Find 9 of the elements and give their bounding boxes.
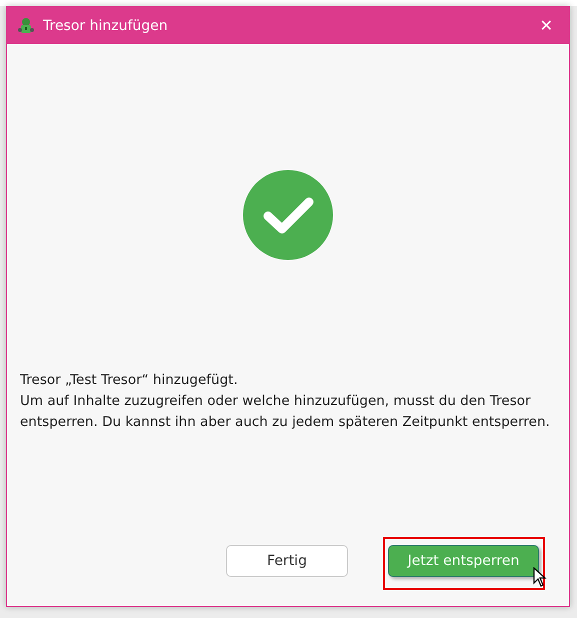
check-icon xyxy=(243,170,333,260)
done-button[interactable]: Fertig xyxy=(226,545,348,577)
message-title: Tresor „Test Tresor“ hinzugefügt. xyxy=(20,371,239,390)
message-text: Um auf Inhalte zuzugreifen oder welche hinzuzufügen, musst du den Tresor entsperren. Du kannst ihn aber auch zu jedem späteren Zeitpunkt entsperren. xyxy=(20,392,551,432)
unlock-button[interactable]: Jetzt entsperren xyxy=(388,545,539,577)
robot-icon xyxy=(17,16,35,34)
close-button[interactable]: ✕ xyxy=(534,14,559,37)
cursor-icon xyxy=(533,567,547,587)
window-title: Tresor hinzufügen xyxy=(43,18,169,34)
